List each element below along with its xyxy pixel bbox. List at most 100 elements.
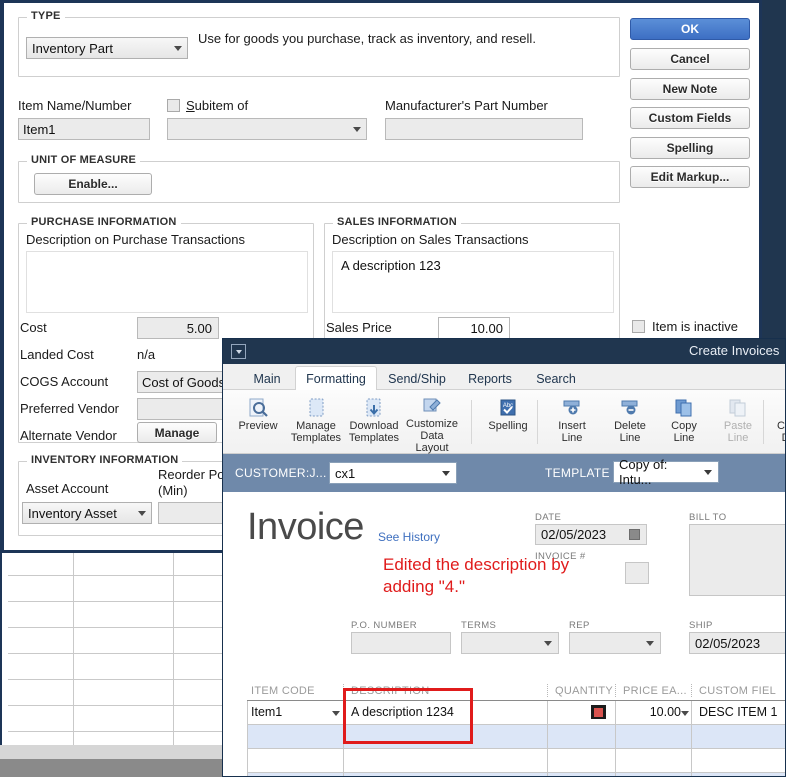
column-header-price: PRICE EA... — [623, 685, 687, 697]
cancel-button[interactable]: Cancel — [630, 48, 750, 70]
ship-value: 02/05/2023 — [695, 635, 761, 651]
ok-button[interactable]: OK — [630, 18, 750, 40]
invoice-number-input[interactable] — [625, 562, 649, 584]
cell-custom-field: DESC ITEM 1 — [699, 705, 778, 719]
ribbon-customize-data-layout[interactable]: Customize Data Layout — [403, 394, 461, 454]
enable-uom-button[interactable]: Enable... — [34, 173, 152, 195]
ribbon-insert-line-label-1: Insert — [558, 420, 586, 432]
tab-reports[interactable]: Reports — [457, 367, 523, 390]
delete-line-icon — [618, 394, 642, 420]
new-note-button[interactable]: New Note — [630, 78, 750, 100]
calendar-icon[interactable] — [629, 529, 640, 540]
custom-fields-button[interactable]: Custom Fields — [630, 107, 750, 129]
ribbon-copy-line-label-2: Line — [673, 432, 695, 444]
tab-formatting[interactable]: Formatting — [295, 366, 377, 391]
asset-account-select[interactable]: Inventory Asset — [22, 502, 152, 524]
quantity-flag-icon[interactable] — [591, 705, 606, 719]
paste-line-icon — [726, 394, 750, 420]
terms-select[interactable] — [461, 632, 559, 654]
background-grid — [8, 549, 222, 753]
sales-price-label: Sales Price — [326, 320, 392, 335]
subitem-checkbox[interactable] — [167, 99, 180, 112]
terms-label: TERMS — [461, 620, 497, 631]
rep-select[interactable] — [569, 632, 661, 654]
line-item-header-row: ITEM CODE DESCRIPTION QUANTITY PRICE EA.… — [247, 682, 785, 700]
chevron-down-icon — [704, 470, 712, 475]
ship-input[interactable]: 02/05/2023 — [689, 632, 785, 654]
invoice-title-bar: Create Invoices — [223, 339, 785, 364]
ribbon-delete-line[interactable]: Delete Line — [601, 394, 659, 450]
purchase-desc-textarea[interactable] — [26, 251, 308, 313]
column-header-item-code: ITEM CODE — [251, 685, 315, 697]
po-number-input[interactable] — [351, 632, 451, 654]
subitem-select[interactable] — [167, 118, 367, 140]
cost-label: Cost — [20, 320, 47, 335]
cost-value: 5.00 — [186, 320, 212, 336]
ribbon-separator-2 — [537, 400, 538, 444]
table-row[interactable] — [247, 724, 785, 748]
create-invoices-window: Create Invoices Main Formatting Send/Shi… — [222, 338, 786, 777]
tab-search[interactable]: Search — [525, 367, 587, 390]
spelling-button[interactable]: Spelling — [630, 137, 750, 159]
unit-of-measure-group-title: UNIT OF MEASURE — [27, 154, 141, 166]
ribbon-spelling[interactable]: Abc Spelling — [479, 394, 537, 450]
tab-main[interactable]: Main — [241, 367, 293, 390]
ribbon-delete-line-label-2: Line — [619, 432, 641, 444]
template-label: TEMPLATE — [545, 466, 610, 480]
manage-templates-icon — [304, 394, 328, 420]
item-inactive-label: Item is inactive — [652, 319, 738, 334]
ribbon-download-templates[interactable]: Download Templates — [345, 394, 403, 450]
template-select[interactable]: Copy of: Intu... — [613, 457, 719, 487]
ribbon-paste-line[interactable]: Paste Line — [709, 394, 767, 450]
ribbon-copy-line-label-1: Copy — [671, 420, 697, 432]
chevron-down-icon[interactable] — [332, 711, 340, 716]
customer-select[interactable]: cx1 — [329, 462, 457, 484]
ribbon-manage-templates[interactable]: Manage Templates — [287, 394, 345, 450]
window-menu-icon[interactable] — [231, 344, 246, 359]
manufacturer-input[interactable] — [385, 118, 583, 140]
type-select[interactable]: Inventory Part — [26, 37, 188, 59]
manage-vendor-button[interactable]: Manage — [137, 422, 217, 443]
chevron-down-icon[interactable] — [681, 711, 689, 716]
ribbon-preview-label-1: Preview — [238, 420, 278, 432]
cogs-account-value: Cost of Goods — [142, 374, 226, 390]
bill-to-input[interactable] — [689, 524, 785, 596]
table-row[interactable] — [247, 772, 785, 776]
ribbon-customize-design-label-1: Customize — [777, 420, 785, 432]
type-select-value: Inventory Part — [32, 40, 113, 56]
sales-information-group-title: SALES INFORMATION — [333, 216, 461, 228]
item-name-input[interactable]: Item1 — [18, 118, 150, 140]
see-history-link[interactable]: See History — [378, 530, 440, 544]
item-inactive-checkbox[interactable] — [632, 320, 645, 333]
ship-label: SHIP — [689, 620, 713, 631]
ribbon-download-templates-label-2: Templates — [348, 432, 400, 444]
customer-label: CUSTOMER:J... — [235, 466, 327, 480]
ribbon-customize-design-label-2: Design ▾ — [782, 432, 785, 444]
ribbon-preview[interactable]: Preview — [229, 394, 287, 450]
date-value: 02/05/2023 — [541, 527, 607, 542]
reorder-point-label-line2: (Min) — [158, 483, 188, 498]
background-right-chrome — [762, 0, 786, 340]
po-number-label: P.O. NUMBER — [351, 620, 417, 631]
sales-price-input[interactable]: 10.00 — [438, 317, 510, 339]
invoice-window-title: Create Invoices — [689, 343, 780, 358]
cell-price: 10.00 — [649, 705, 681, 719]
table-row[interactable] — [247, 748, 785, 772]
ribbon-customize-design[interactable]: Customize Design ▾ — [771, 394, 785, 450]
chevron-down-icon — [174, 46, 182, 51]
ribbon-copy-line[interactable]: Copy Line — [655, 394, 713, 450]
description-highlight-box — [343, 688, 473, 744]
ribbon-insert-line[interactable]: Insert Line — [543, 394, 601, 450]
sales-desc-textarea[interactable]: A description 123 — [332, 251, 614, 313]
table-row[interactable]: Item1 A description 1234 10.00 DESC ITEM… — [247, 700, 785, 724]
tab-send-ship[interactable]: Send/Ship — [379, 367, 455, 390]
type-group-title: TYPE — [27, 10, 65, 22]
reorder-point-input[interactable] — [158, 502, 228, 524]
edit-markup-button[interactable]: Edit Markup... — [630, 166, 750, 188]
date-label: DATE — [535, 512, 562, 523]
ribbon-manage-templates-label-2: Templates — [290, 432, 342, 444]
customer-template-bar: CUSTOMER:J... cx1 TEMPLATE Copy of: Intu… — [223, 454, 785, 492]
ribbon-paste-line-label-2: Line — [727, 432, 749, 444]
invoice-ribbon: Preview Manage Templates Download Templa… — [223, 390, 785, 454]
cost-input[interactable]: 5.00 — [137, 317, 219, 339]
